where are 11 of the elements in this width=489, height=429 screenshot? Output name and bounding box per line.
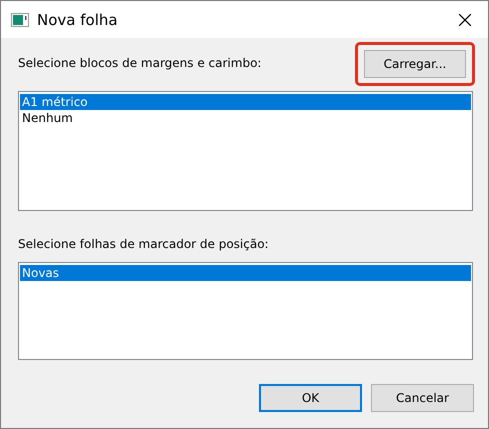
sheets-label: Selecione folhas de marcador de posição: <box>18 237 270 251</box>
ok-button[interactable]: OK <box>259 384 362 412</box>
list-item[interactable]: Novas <box>20 265 471 281</box>
list-item[interactable]: A1 métrico <box>20 94 471 110</box>
load-button[interactable]: Carregar... <box>364 50 466 78</box>
app-icon <box>11 12 29 26</box>
blocks-label: Selecione blocos de margens e carimbo: <box>18 56 262 72</box>
list-item[interactable]: Nenhum <box>20 110 471 126</box>
window-title: Nova folha <box>37 10 119 28</box>
cancel-button[interactable]: Cancelar <box>371 384 474 412</box>
close-icon <box>459 14 471 26</box>
